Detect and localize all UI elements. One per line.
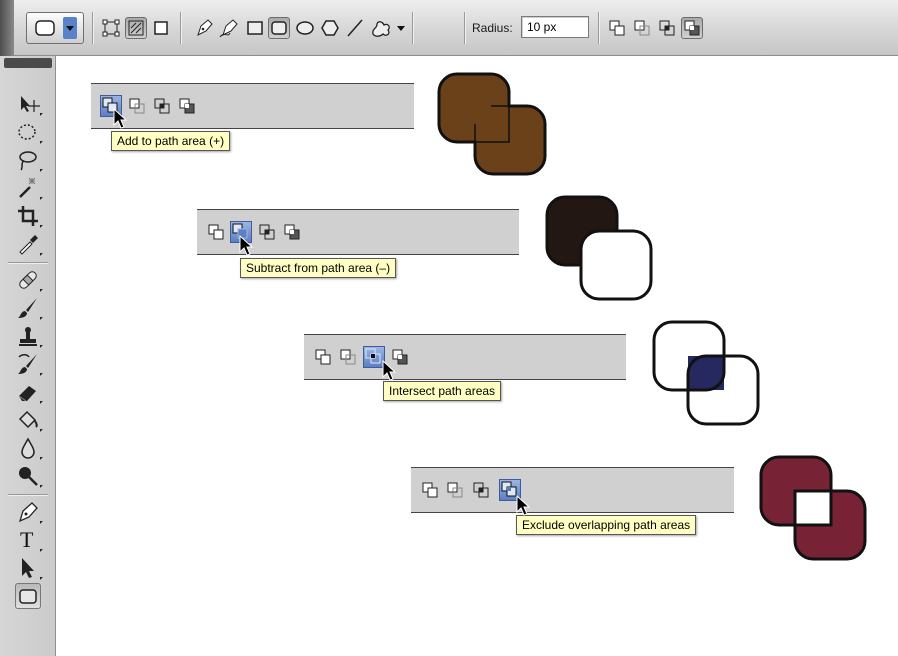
intersect-path-areas-icon[interactable]	[470, 479, 492, 501]
tooltip: Subtract from path area (–)	[240, 258, 397, 278]
brush-icon[interactable]	[15, 295, 43, 321]
pen-icon[interactable]	[193, 17, 215, 39]
intersect-path-areas-icon[interactable]	[151, 95, 173, 117]
path-mode-strip-add	[91, 83, 414, 129]
separator	[412, 12, 413, 44]
separator	[8, 494, 48, 495]
subtract-from-path-area-icon[interactable]	[337, 346, 359, 368]
separator	[92, 12, 93, 44]
add-to-path-area-icon[interactable]	[205, 221, 227, 243]
separator	[8, 262, 48, 263]
path-mode-strip-exclude	[411, 467, 734, 513]
add-to-path-area-icon[interactable]	[419, 479, 441, 501]
polygon-icon[interactable]	[319, 17, 341, 39]
rectangle-icon[interactable]	[244, 17, 266, 39]
separator	[464, 12, 465, 44]
healing-brush-icon[interactable]	[15, 267, 43, 293]
paths-icon[interactable]	[125, 17, 147, 39]
options-bar: Radius:	[0, 0, 898, 56]
crop-icon[interactable]	[15, 203, 43, 229]
tools-panel-header[interactable]	[4, 58, 52, 68]
exclude-overlapping-path-areas-icon[interactable]	[281, 221, 303, 243]
tools-panel: T	[0, 56, 56, 656]
move-tool-icon[interactable]	[15, 91, 43, 117]
type-tool-icon[interactable]: T	[15, 527, 43, 553]
options-bar-grip[interactable]	[0, 0, 14, 56]
clone-stamp-icon[interactable]	[15, 323, 43, 349]
ellipse-icon[interactable]	[294, 17, 316, 39]
add-result-shapes	[437, 72, 547, 176]
freeform-pen-icon[interactable]	[218, 17, 240, 39]
eyedropper-icon[interactable]	[15, 231, 43, 257]
separator	[180, 12, 181, 44]
exclude-overlapping-path-areas-icon[interactable]	[176, 95, 198, 117]
intersect-path-areas-icon[interactable]	[656, 17, 678, 39]
arrow-cursor-icon	[113, 108, 128, 129]
arrow-cursor-icon	[239, 235, 254, 256]
lasso-icon[interactable]	[15, 147, 43, 173]
magic-wand-icon[interactable]	[15, 175, 43, 201]
exclude-overlapping-path-areas-icon[interactable]	[681, 17, 703, 39]
custom-shape-icon[interactable]	[369, 17, 391, 39]
tool-preset-picker[interactable]	[26, 12, 84, 44]
eraser-icon[interactable]	[15, 379, 43, 405]
tooltip: Add to path area (+)	[111, 131, 231, 151]
subtract-result-shapes	[545, 195, 653, 301]
add-to-path-area-icon[interactable]	[606, 17, 628, 39]
separator	[598, 12, 599, 44]
pen-tool-icon[interactable]	[15, 499, 43, 525]
rounded-rectangle-tool-icon[interactable]	[15, 583, 41, 609]
rounded-rectangle-icon	[35, 17, 77, 39]
paint-bucket-icon[interactable]	[15, 407, 43, 433]
radius-label: Radius:	[472, 21, 513, 35]
subtract-from-path-area-icon[interactable]	[631, 17, 653, 39]
add-to-path-area-icon[interactable]	[312, 346, 334, 368]
path-selection-icon[interactable]	[15, 555, 43, 581]
blur-icon[interactable]	[15, 435, 43, 461]
arrow-cursor-icon	[516, 495, 531, 516]
type-tool-glyph: T	[20, 527, 34, 552]
fill-pixels-icon[interactable]	[150, 17, 172, 39]
rounded-rectangle-icon[interactable]	[268, 17, 290, 39]
intersect-result-shapes	[652, 320, 760, 426]
radius-input[interactable]	[521, 16, 589, 38]
path-mode-strip-intersect	[304, 334, 626, 380]
intersect-path-areas-icon[interactable]	[256, 221, 278, 243]
line-icon[interactable]	[344, 17, 366, 39]
shape-layers-icon[interactable]	[100, 17, 122, 39]
exclude-result-shapes	[759, 455, 867, 561]
custom-shape-dropdown-icon[interactable]	[397, 26, 405, 31]
tooltip: Exclude overlapping path areas	[516, 515, 697, 535]
subtract-from-path-area-icon[interactable]	[444, 479, 466, 501]
arrow-cursor-icon	[382, 360, 397, 381]
elliptical-marquee-icon[interactable]	[15, 119, 43, 145]
tooltip: Intersect path areas	[383, 381, 502, 401]
history-brush-icon[interactable]	[15, 351, 43, 377]
subtract-from-path-area-icon[interactable]	[126, 95, 148, 117]
dodge-icon[interactable]	[15, 463, 43, 489]
